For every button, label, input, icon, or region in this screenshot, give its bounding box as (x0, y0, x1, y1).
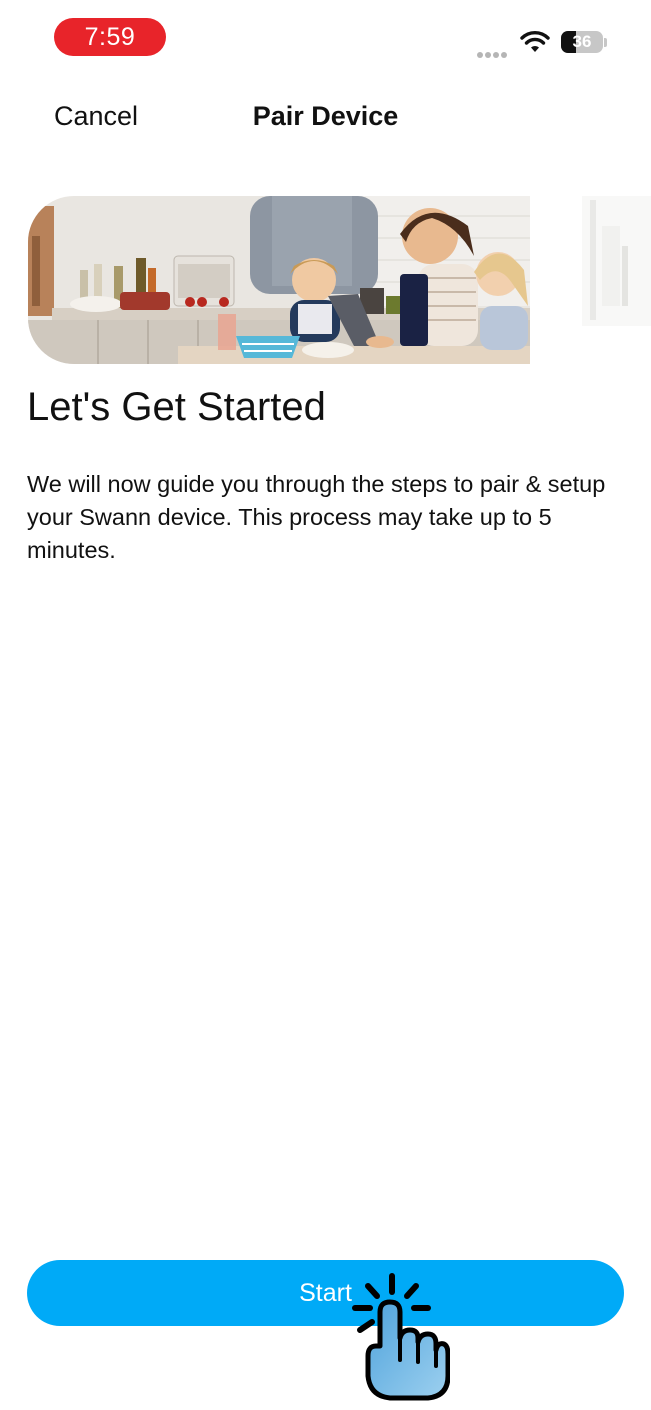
wifi-icon (520, 31, 550, 52)
signal-dots-icon (477, 45, 511, 58)
status-bar: 7:59 36 (0, 0, 651, 80)
hero-carousel[interactable] (0, 193, 651, 365)
status-time: 7:59 (54, 18, 166, 56)
battery-level: 36 (572, 32, 592, 51)
start-button[interactable]: Start (27, 1260, 624, 1326)
battery-icon: 36 (561, 31, 603, 53)
tap-hand-icon (352, 1273, 450, 1401)
headline: Let's Get Started (27, 385, 326, 429)
cancel-button[interactable]: Cancel (54, 98, 138, 134)
hero-next-image-peek[interactable] (582, 196, 651, 326)
battery-cap (604, 38, 607, 47)
description-text: We will now guide you through the steps … (27, 471, 606, 563)
hero-image (28, 196, 530, 364)
